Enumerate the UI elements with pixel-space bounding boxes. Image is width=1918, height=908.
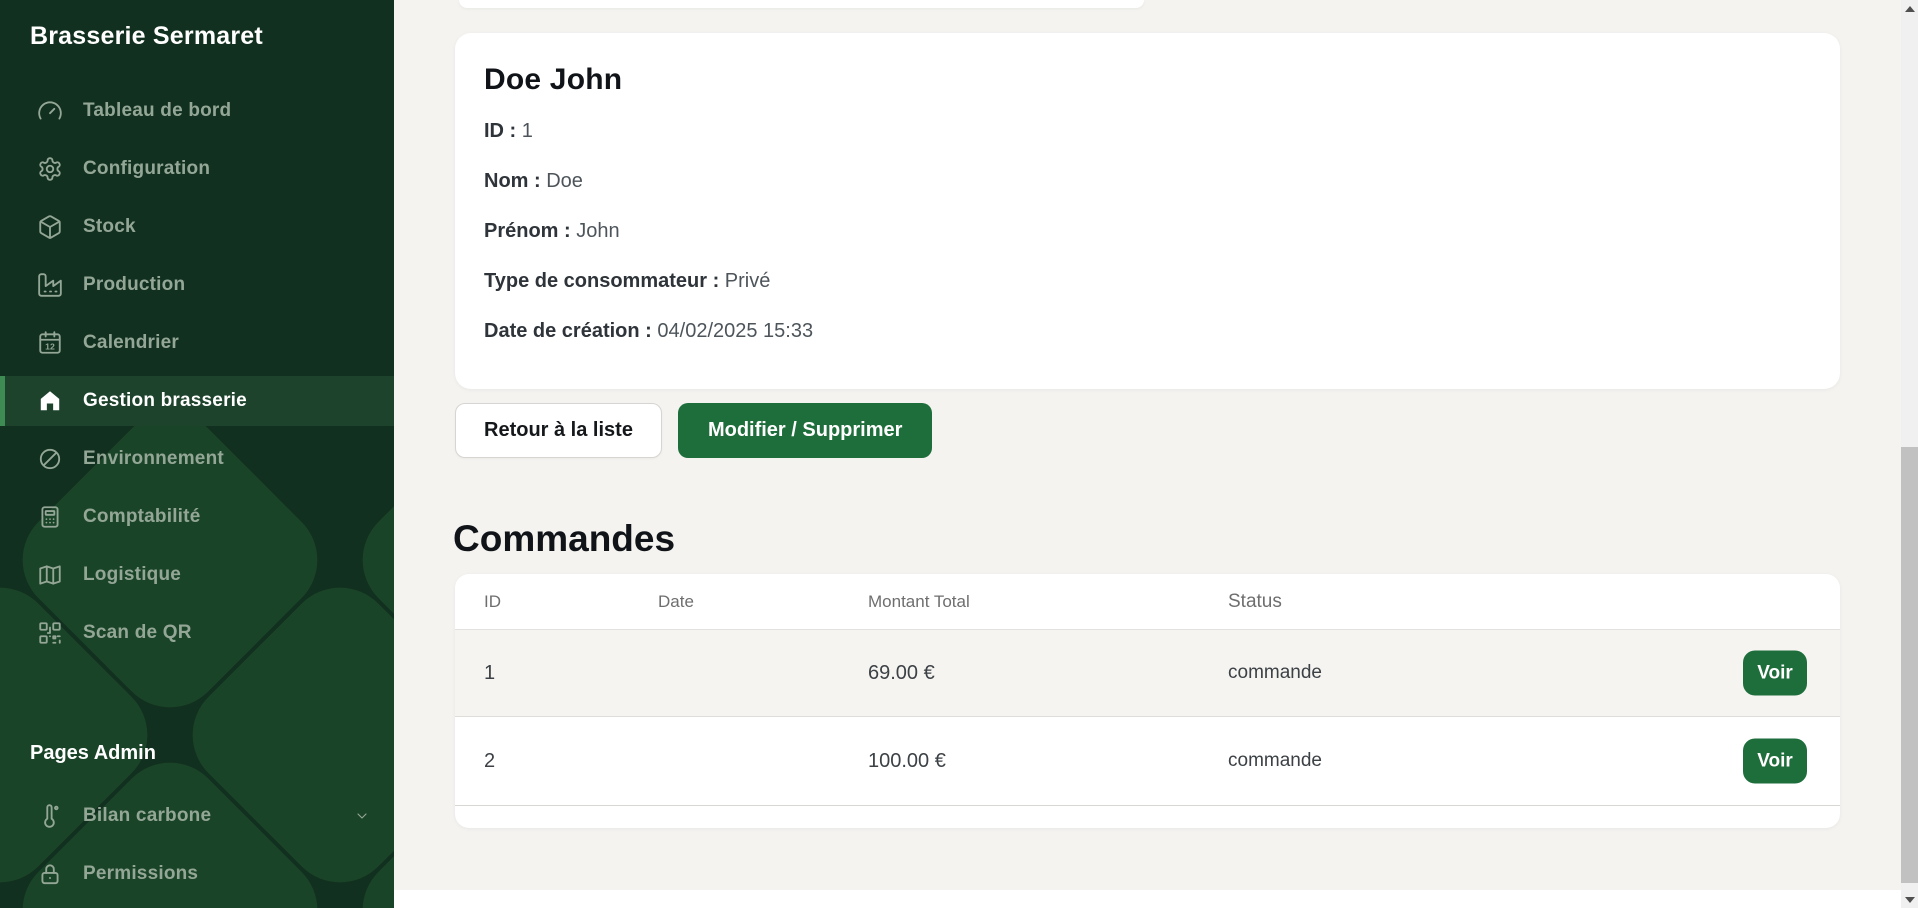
sidebar-item-gestion-brasserie[interactable]: Gestion brasserie [0,376,394,426]
sidebar-item-stock[interactable]: Stock [0,202,394,252]
order-row: 1 69.00 € commande Voir [455,630,1840,717]
calculator-icon [37,504,63,530]
vertical-scrollbar[interactable] [1901,0,1918,908]
order-id-cell: 1 [455,662,658,685]
page-bottom-strip [394,890,1901,908]
field-prenom: Prénom : John [484,219,1810,243]
sidebar-item-label: Environnement [83,448,224,470]
field-value: John [576,220,619,242]
sidebar-item-label: Bilan carbone [83,805,211,827]
brand-title: Brasserie Sermaret [30,22,263,51]
home-icon [37,388,63,414]
scroll-down-arrow[interactable] [1901,891,1918,908]
orders-section-title: Commandes [453,518,675,560]
consumer-name-title: Doe John [484,63,1810,97]
sidebar-item-label: Gestion brasserie [83,390,247,412]
field-value: 1 [522,120,533,142]
sidebar-item-configuration[interactable]: Configuration [0,144,394,194]
previous-card-edge [459,0,1144,8]
field-label: Nom : [484,170,541,192]
action-buttons: Retour à la liste Modifier / Supprimer [455,403,932,458]
gauge-icon [37,98,63,124]
sidebar-item-label: Stock [83,216,136,238]
leaf-icon [37,446,63,472]
sidebar: Brasserie Sermaret Tableau de bord Confi… [0,0,394,908]
thermometer-icon [37,803,63,829]
order-id-cell: 2 [455,750,658,773]
orders-table-card: ID Date Montant Total Status 1 69.00 € c… [455,574,1840,828]
orders-table-header: ID Date Montant Total Status [455,574,1840,630]
gear-icon [37,156,63,182]
lock-icon [37,861,63,887]
sidebar-item-comptabilite[interactable]: Comptabilité [0,492,394,542]
field-nom: Nom : Doe [484,169,1810,193]
consumer-detail-card: Doe John ID : 1 Nom : Doe Prénom : John … [455,33,1840,389]
field-label: Prénom : [484,220,571,242]
column-header-status: Status [1228,591,1840,613]
calendar-icon: 12 [37,330,63,356]
sidebar-item-label: Logistique [83,564,181,586]
order-row: 2 100.00 € commande Voir [455,717,1840,806]
sidebar-item-calendrier[interactable]: 12 Calendrier [0,318,394,368]
field-label: Type de consommateur : [484,270,719,292]
order-total-cell: 69.00 € [868,662,1228,685]
pages-admin-section: Pages Admin Bilan carbone Permissions [0,742,394,907]
pages-admin-heading: Pages Admin [30,742,394,765]
edit-delete-button[interactable]: Modifier / Supprimer [678,403,932,458]
field-value: Doe [546,170,583,192]
field-label: Date de création : [484,320,652,342]
field-date-creation: Date de création : 04/02/2025 15:33 [484,319,1810,343]
order-total-cell: 100.00 € [868,750,1228,773]
field-id: ID : 1 [484,119,1810,143]
sidebar-item-label: Permissions [83,863,198,885]
sidebar-item-bilan-carbone[interactable]: Bilan carbone [0,791,394,841]
main-content: Doe John ID : 1 Nom : Doe Prénom : John … [394,0,1901,908]
sidebar-item-environnement[interactable]: Environnement [0,434,394,484]
app-root: Brasserie Sermaret Tableau de bord Confi… [0,0,1918,908]
sidebar-item-label: Production [83,274,185,296]
sidebar-item-label: Tableau de bord [83,100,231,122]
sidebar-item-label: Scan de QR [83,622,192,644]
column-header-date: Date [658,592,868,612]
sidebar-item-tableau-de-bord[interactable]: Tableau de bord [0,86,394,136]
sidebar-item-logistique[interactable]: Logistique [0,550,394,600]
scroll-up-arrow[interactable] [1901,0,1918,17]
chevron-down-icon[interactable] [354,808,370,824]
sidebar-item-label: Comptabilité [83,506,200,528]
factory-icon [37,272,63,298]
sidebar-nav: Tableau de bord Configuration Stock Prod… [0,86,394,666]
sidebar-item-label: Calendrier [83,332,179,354]
svg-text:12: 12 [45,342,55,352]
sidebar-item-label: Configuration [83,158,210,180]
column-header-montant-total: Montant Total [868,592,1228,612]
view-order-button[interactable]: Voir [1743,651,1807,696]
map-icon [37,562,63,588]
qr-code-icon [37,620,63,646]
sidebar-item-permissions[interactable]: Permissions [0,849,394,899]
field-value: 04/02/2025 15:33 [657,320,813,342]
field-type-consommateur: Type de consommateur : Privé [484,269,1810,293]
column-header-id: ID [455,592,658,612]
sidebar-item-production[interactable]: Production [0,260,394,310]
package-icon [37,214,63,240]
sidebar-item-scan-de-qr[interactable]: Scan de QR [0,608,394,658]
view-order-button[interactable]: Voir [1743,739,1807,784]
back-to-list-button[interactable]: Retour à la liste [455,403,662,458]
field-value: Privé [725,270,771,292]
field-label: ID : [484,120,516,142]
scrollbar-thumb[interactable] [1901,447,1918,883]
